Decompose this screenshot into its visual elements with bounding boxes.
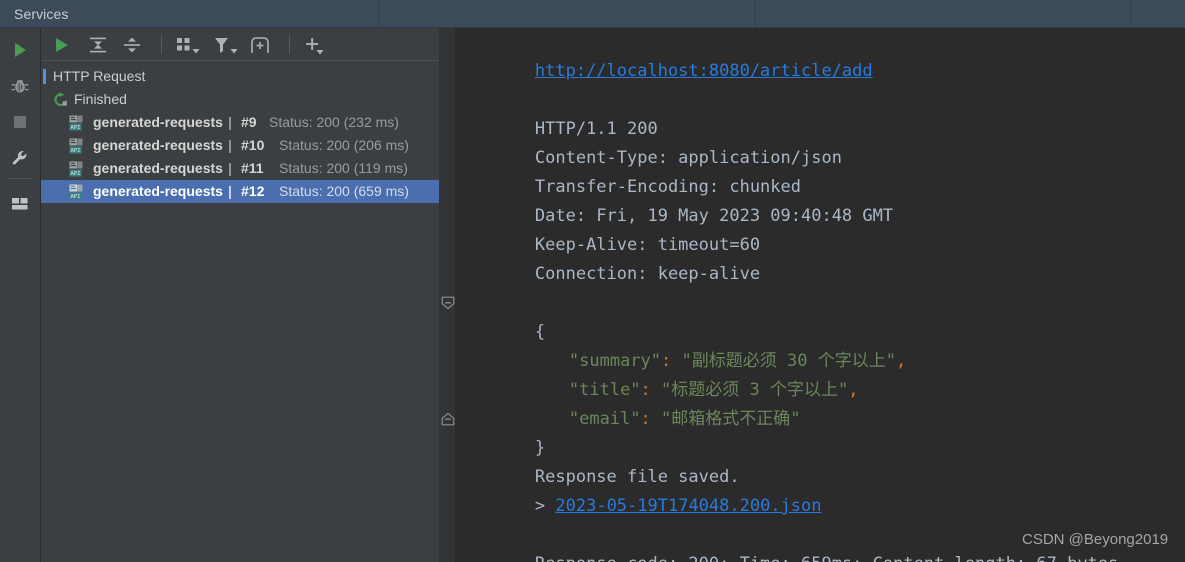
request-status: Status: 200 (206 ms)	[279, 137, 409, 153]
json-colon: :	[640, 409, 651, 429]
json-open-brace-line: {	[453, 289, 545, 342]
api-file-icon: API	[69, 184, 87, 203]
response-summary-text: Response code: 200; Time: 659ms; Content…	[535, 554, 1118, 562]
json-comma: ,	[848, 380, 859, 400]
json-entry-line: "summary": "副标题必须 30 个字以上",	[487, 318, 906, 371]
tree-node-finished-label: Finished	[74, 91, 127, 107]
response-header-line: Keep-Alive: timeout=60	[453, 202, 760, 255]
saved-file-link[interactable]: 2023-05-19T174048.200.json	[555, 496, 821, 516]
json-comma: ,	[895, 351, 907, 371]
services-tree[interactable]: HTTP Request Finished API generated-requ…	[41, 61, 439, 562]
header-divider-1	[378, 0, 379, 28]
request-name: generated-requests	[93, 114, 223, 130]
response-editor[interactable]: http://localhost:8080/article/add HTTP/1…	[439, 28, 1185, 562]
request-status: Status: 200 (659 ms)	[279, 183, 409, 199]
json-entry-line: "email": "邮箱格式不正确"	[487, 376, 801, 429]
expand-all-icon[interactable]	[85, 28, 113, 61]
table-row-selected[interactable]: API generated-requests | #12 Status: 200…	[41, 180, 439, 203]
header-divider-2	[755, 0, 756, 28]
response-header-line: Connection: keep-alive	[453, 231, 760, 284]
toolbar-separator-1	[161, 35, 162, 54]
api-file-icon: API	[69, 115, 87, 134]
json-close-brace-line: }	[453, 405, 545, 458]
debug-icon[interactable]	[0, 68, 40, 102]
new-tab-icon[interactable]	[249, 28, 277, 61]
api-file-icon: API	[69, 138, 87, 157]
rerun-arrow-icon	[52, 92, 69, 111]
tab-services[interactable]: Services	[0, 0, 68, 28]
request-separator: |	[228, 114, 232, 130]
request-name: generated-requests	[93, 183, 223, 199]
request-index: #10	[241, 137, 265, 153]
table-row[interactable]: API generated-requests | #9 Status: 200 …	[41, 111, 439, 134]
response-file-line: > 2023-05-19T174048.200.json	[453, 463, 822, 516]
layout-icon[interactable]	[0, 186, 40, 220]
svg-text:API: API	[70, 125, 80, 131]
response-header-line: Date: Fri, 19 May 2023 09:40:48 GMT	[453, 173, 893, 226]
request-separator: |	[228, 160, 232, 176]
table-row[interactable]: API generated-requests | #11 Status: 200…	[41, 157, 439, 180]
request-name: generated-requests	[93, 160, 223, 176]
request-separator: |	[228, 183, 232, 199]
collapse-all-icon[interactable]	[119, 28, 147, 61]
response-url-line: http://localhost:8080/article/add	[453, 28, 873, 81]
filter-icon[interactable]	[213, 28, 247, 61]
api-file-icon: API	[69, 161, 87, 180]
svg-text:API: API	[70, 148, 80, 154]
services-side-toolbar	[0, 28, 41, 562]
request-index: #11	[241, 160, 264, 176]
svg-text:API: API	[70, 194, 80, 200]
response-header-line: Transfer-Encoding: chunked	[453, 144, 801, 197]
group-by-icon[interactable]	[175, 28, 209, 61]
services-toolbar	[41, 28, 439, 61]
run-icon[interactable]	[0, 32, 40, 66]
request-index: #12	[241, 183, 265, 199]
response-summary-line: Response code: 200; Time: 659ms; Content…	[453, 521, 1118, 562]
fold-collapse-open-icon[interactable]	[441, 296, 455, 315]
tool-window-header: Services	[0, 0, 1185, 28]
rerun-icon[interactable]	[51, 28, 77, 61]
response-status-line: HTTP/1.1 200	[453, 86, 658, 139]
request-name: generated-requests	[93, 137, 223, 153]
request-separator: |	[228, 137, 232, 153]
tree-node-http-request-label: HTTP Request	[53, 68, 146, 84]
response-text: http://localhost:8080/article/add HTTP/1…	[439, 28, 1185, 562]
csdn-watermark: CSDN @Beyong2019	[1022, 531, 1169, 548]
request-index: #9	[241, 114, 257, 130]
table-row[interactable]: API generated-requests | #10 Status: 200…	[41, 134, 439, 157]
header-connection: Connection: keep-alive	[534, 264, 761, 284]
stop-icon[interactable]	[0, 104, 40, 138]
toolbar-separator-2	[289, 35, 290, 54]
json-entry-line: "title": "标题必须 3 个字以上",	[487, 347, 859, 400]
request-status: Status: 200 (232 ms)	[269, 114, 399, 130]
tree-node-finished[interactable]: Finished	[41, 88, 439, 111]
side-toolbar-separator	[8, 178, 32, 179]
settings-wrench-icon[interactable]	[0, 140, 40, 174]
root-selection-marker	[43, 69, 46, 84]
json-value: "邮箱格式不正确"	[661, 409, 801, 429]
services-tool-window: Services HTTP Request Finished API gener…	[0, 0, 1185, 562]
tree-node-http-request[interactable]: HTTP Request	[41, 65, 439, 88]
response-saved-line: Response file saved.	[453, 434, 740, 487]
fold-collapse-close-icon[interactable]	[441, 412, 455, 431]
request-status: Status: 200 (119 ms)	[279, 160, 408, 176]
add-icon[interactable]	[303, 28, 337, 61]
response-url-link[interactable]: http://localhost:8080/article/add	[535, 61, 873, 81]
response-header-line: Content-Type: application/json	[453, 115, 842, 168]
json-key: "email"	[568, 409, 641, 429]
svg-text:API: API	[70, 171, 80, 177]
header-divider-3	[1130, 0, 1131, 28]
expand-marker[interactable]: >	[535, 496, 545, 516]
